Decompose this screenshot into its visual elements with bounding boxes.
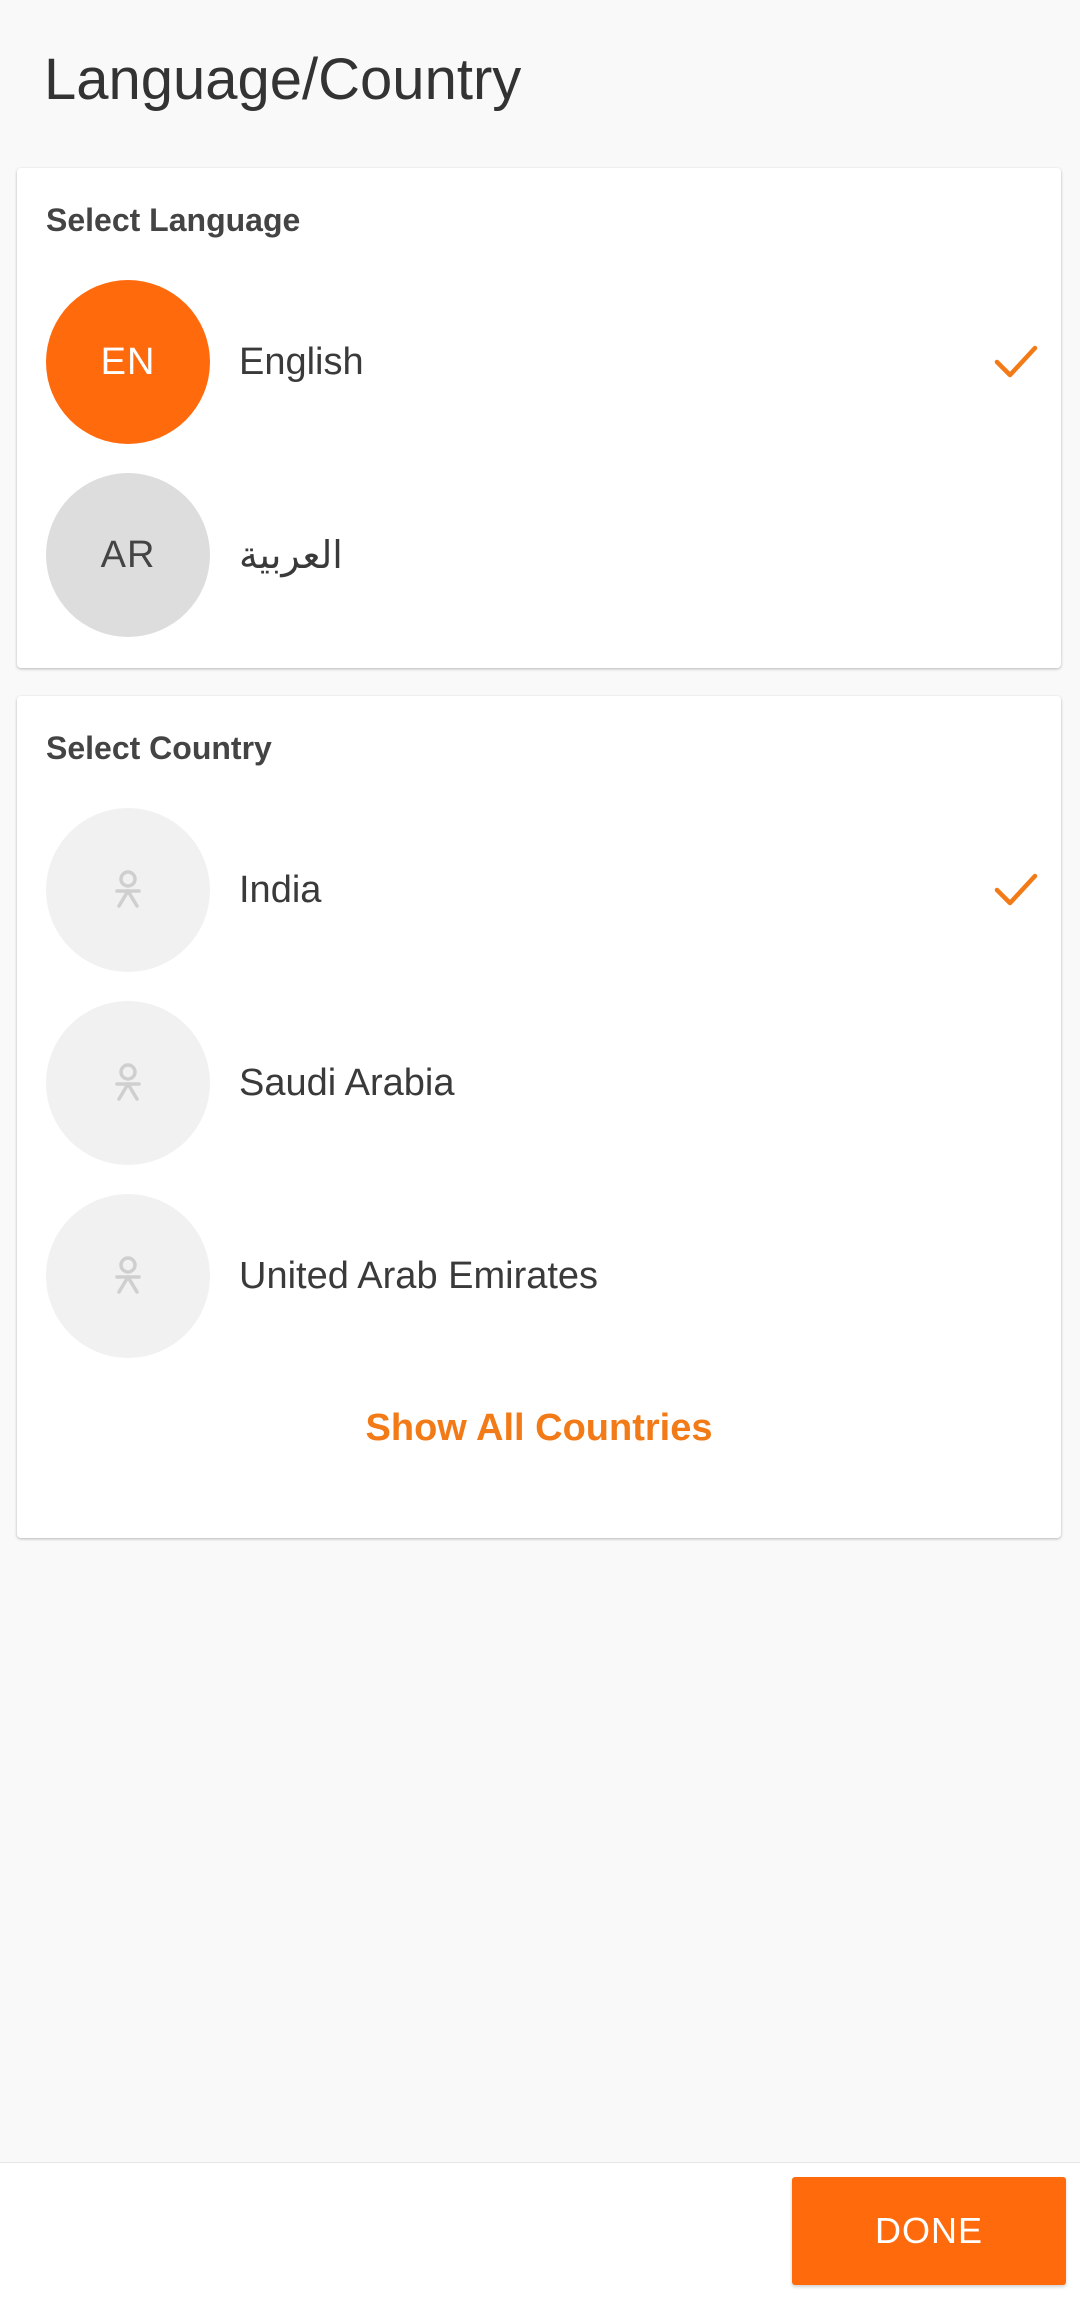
country-option-label: Saudi Arabia <box>239 1061 455 1104</box>
language-option-arabic[interactable]: AR العربية <box>46 473 1038 637</box>
country-section-title: Select Country <box>46 730 272 766</box>
language-card: Select Language EN English AR العربية <box>17 168 1061 668</box>
country-option-label: India <box>239 868 322 911</box>
show-all-countries-link[interactable]: Show All Countries <box>17 1398 1061 1458</box>
country-option-india[interactable]: India <box>46 808 1038 972</box>
flag-placeholder-icon <box>46 1001 210 1165</box>
footer-bar: DONE <box>0 2162 1080 2301</box>
country-option-label: United Arab Emirates <box>239 1254 599 1297</box>
page-title: Language/Country <box>44 47 522 112</box>
checkmark-icon <box>994 873 1038 906</box>
language-option-english[interactable]: EN English <box>46 280 1038 444</box>
flag-placeholder-icon <box>46 1194 210 1358</box>
checkmark-icon <box>994 345 1038 378</box>
country-option-saudi-arabia[interactable]: Saudi Arabia <box>46 1001 1038 1165</box>
done-button[interactable]: DONE <box>792 2177 1066 2285</box>
country-option-uae[interactable]: United Arab Emirates <box>46 1194 1038 1358</box>
language-option-label: English <box>239 340 364 383</box>
language-avatar-ar: AR <box>46 473 210 637</box>
flag-placeholder-icon <box>46 808 210 972</box>
language-avatar-en: EN <box>46 280 210 444</box>
language-option-label: العربية <box>239 534 343 577</box>
language-section-title: Select Language <box>46 202 301 238</box>
country-card: Select Country India Saudi Arabia United… <box>17 696 1061 1538</box>
